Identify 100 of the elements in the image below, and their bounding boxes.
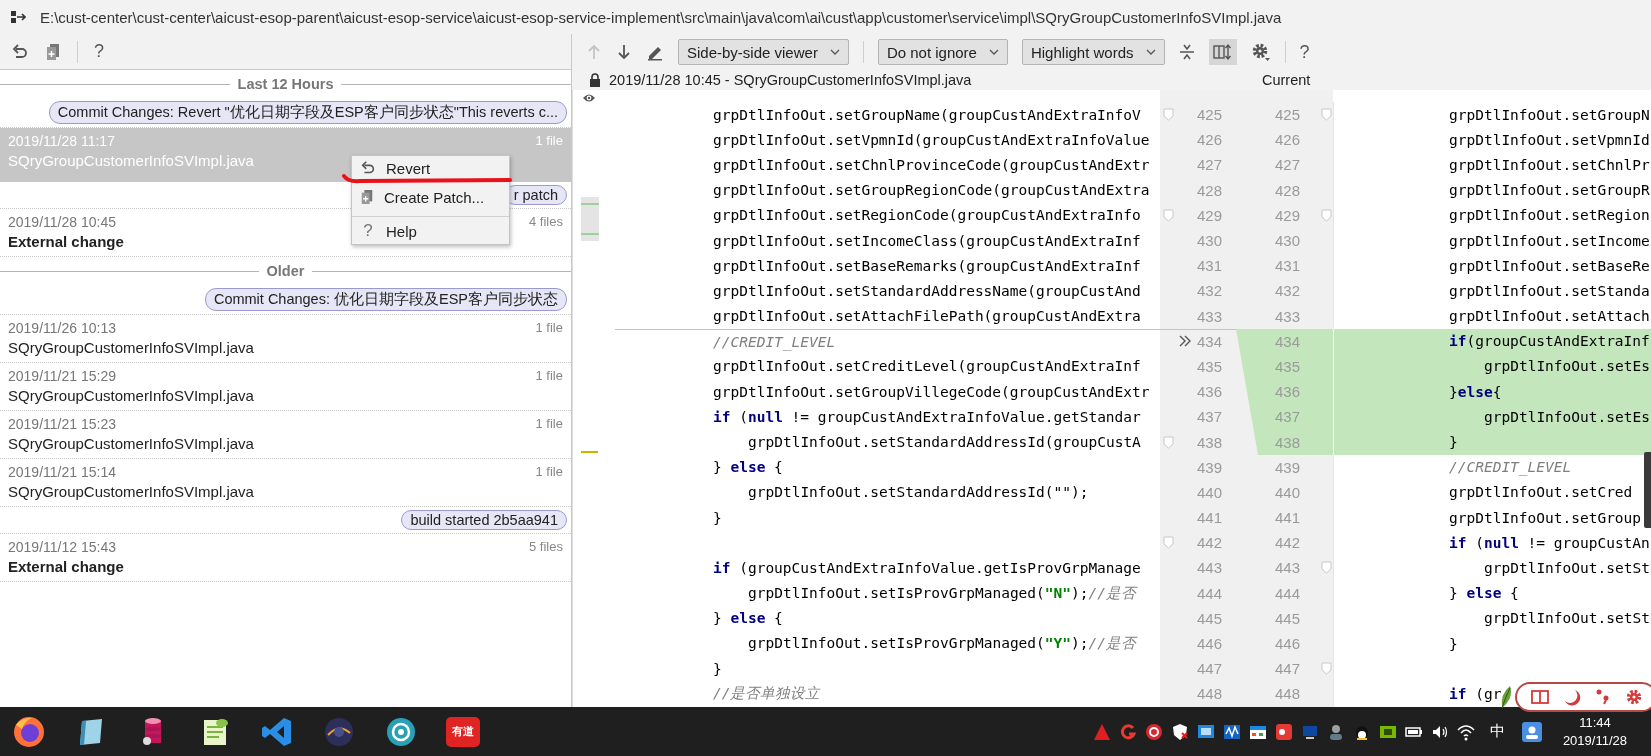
- dropdown[interactable]: Side-by-side viewer: [678, 39, 849, 65]
- line-number: 442: [1273, 534, 1300, 552]
- code-line: grpDtlInfoOut.setBaseRe: [1449, 257, 1650, 274]
- fold-marker-icon[interactable]: [1162, 435, 1174, 449]
- clock-date[interactable]: 2019/11/28: [1562, 731, 1627, 750]
- code-line: }: [1449, 635, 1458, 652]
- revision-item[interactable]: 2019/11/21 15:29 1 file SQryGroupCustomerInfoSVImpl.java: [0, 363, 571, 411]
- taskbar-app-button[interactable]: 有道: [446, 716, 480, 747]
- code-line: if (null != groupCustAndExtraInfoValue.getStandar: [713, 408, 1141, 425]
- clock-time[interactable]: 11:44: [1579, 713, 1611, 732]
- collapse-icon[interactable]: [1178, 43, 1195, 61]
- input-method-indicator[interactable]: 中: [1489, 722, 1505, 741]
- line-number: 440: [1195, 483, 1222, 501]
- code-line: if (gr: [1449, 685, 1502, 702]
- eye-icon[interactable]: [582, 93, 596, 103]
- menu-item[interactable]: ? Help: [352, 216, 509, 241]
- code-line: }: [713, 509, 722, 526]
- leaf-icon[interactable]: [1500, 684, 1514, 710]
- menu-label: Help: [386, 222, 417, 240]
- fold-marker-icon[interactable]: [1320, 208, 1332, 222]
- ring-icon[interactable]: [1143, 721, 1164, 742]
- fold-marker-icon[interactable]: [1320, 662, 1332, 676]
- line-number: 427: [1195, 156, 1222, 174]
- line-number: 445: [1273, 609, 1300, 627]
- code-line: //CREDIT_LEVEL: [713, 333, 836, 350]
- revision-time: 2019/11/12 15:43: [8, 539, 116, 555]
- fold-marker-icon[interactable]: [1162, 108, 1174, 122]
- dropdown[interactable]: Highlight words: [1021, 39, 1165, 65]
- help-button[interactable]: ?: [94, 41, 104, 62]
- code-line: grpDtlInfoOut.setGroup: [1449, 509, 1642, 526]
- line-number: 441: [1273, 509, 1300, 527]
- split-view-toggle[interactable]: [1208, 39, 1237, 65]
- book-icon[interactable]: [1531, 689, 1549, 705]
- caret-icon: [1145, 49, 1156, 55]
- code-line: grpDtlInfoOut.setVpmnId(groupCustAndExtraInfoValue: [713, 131, 1150, 148]
- browser-icon[interactable]: [12, 714, 46, 749]
- window-title: E:\cust-center\cust-center\aicust-esop-parent\aicust-esop-service\aicust-esop-service-implement\src\main\java\com\ai\cust\app\customer\service\impl\SQryGroupCustomerInfoSVImpl.java: [40, 8, 1282, 26]
- revert-icon[interactable]: [11, 42, 29, 61]
- line-number: 448: [1273, 685, 1300, 703]
- line-number: 440: [1273, 483, 1300, 501]
- line-number: 437: [1195, 408, 1222, 426]
- lock-icon: [589, 73, 601, 87]
- file-count: 4 files: [529, 214, 563, 230]
- down-arrow-icon[interactable]: [616, 43, 632, 61]
- revision-name: External change: [8, 233, 124, 250]
- line-number: 425: [1195, 106, 1222, 124]
- code-line: if(groupCustAndExtraInf: [1449, 333, 1650, 350]
- code-line: grpDtlInfoOut.setIsProvGrpManaged("N");//是否: [747, 583, 1136, 603]
- settings-icon[interactable]: [1250, 42, 1271, 62]
- code-line: grpDtlInfoOut.setAttach: [1449, 308, 1650, 325]
- dropdown[interactable]: Do not ignore: [877, 39, 1008, 65]
- fold-marker-icon[interactable]: [1320, 561, 1332, 575]
- side-handle[interactable]: [1644, 452, 1651, 528]
- apply-arrow-icon[interactable]: [1178, 335, 1192, 348]
- code-line: grpDtlInfoOut.setChnlPr: [1449, 156, 1650, 173]
- line-number: 435: [1195, 357, 1222, 375]
- revision-time: 2019/11/21 15:23: [8, 416, 116, 432]
- moon-icon[interactable]: [1563, 688, 1581, 706]
- app-icon: [10, 9, 26, 25]
- code-line: grpDtlInfoOut.setIsProvGrpManaged("Y");//是否: [747, 634, 1136, 654]
- line-number: 433: [1195, 307, 1222, 325]
- revision-item[interactable]: 2019/11/26 10:13 1 file SQryGroupCustomerInfoSVImpl.java: [0, 315, 571, 363]
- line-number: 431: [1273, 257, 1300, 275]
- fold-marker-icon[interactable]: [1162, 536, 1174, 550]
- line-number: 443: [1195, 559, 1222, 577]
- code-line: grpDtlInfoOut.setCreditLevel(groupCustAndExtraInf: [713, 358, 1141, 375]
- line-number: 444: [1273, 584, 1300, 602]
- revision-item[interactable]: 2019/11/21 15:14 1 file SQryGroupCustomerInfoSVImpl.java: [0, 459, 571, 507]
- code-line: if (null != groupCustAn: [1449, 534, 1650, 551]
- menu-item[interactable]: Revert: [352, 158, 509, 178]
- line-number: 441: [1195, 509, 1222, 527]
- line-number: 445: [1195, 609, 1222, 627]
- settings-icon[interactable]: [1625, 688, 1643, 706]
- line-number: 432: [1195, 282, 1222, 300]
- current-label: Current: [1262, 72, 1311, 88]
- line-number: 428: [1273, 181, 1300, 199]
- dots-icon[interactable]: [1595, 688, 1611, 706]
- help-button[interactable]: ?: [1299, 41, 1310, 63]
- patch-icon: [360, 189, 374, 205]
- code-line: grpDtlInfoOut.setAttachFilePath(groupCustAndExtra: [713, 308, 1141, 325]
- code-line: } else {: [713, 610, 783, 627]
- code-line: grpDtlInfoOut.setGroupName(groupCustAndExtraInfoV: [713, 106, 1141, 123]
- line-number: 433: [1273, 307, 1300, 325]
- line-number: 446: [1195, 635, 1222, 653]
- code-line: }: [1449, 434, 1458, 451]
- group-header: Older: [266, 263, 305, 279]
- revision-item[interactable]: 2019/11/12 15:43 5 files External change: [0, 534, 571, 582]
- caret-icon: [988, 49, 999, 55]
- help-glyph: ?: [362, 221, 374, 241]
- code-line: grpDtlInfoOut.setGroupN: [1449, 106, 1650, 123]
- fold-marker-icon[interactable]: [1320, 108, 1332, 122]
- revision-name: SQryGroupCustomerInfoSVImpl.java: [8, 387, 254, 404]
- line-number: 426: [1273, 131, 1300, 149]
- line-number: 434: [1273, 332, 1300, 350]
- line-number: 443: [1273, 559, 1300, 577]
- line-number: 432: [1273, 282, 1300, 300]
- revision-item[interactable]: 2019/11/21 15:23 1 file SQryGroupCustomerInfoSVImpl.java: [0, 411, 571, 459]
- notification-icon[interactable]: [1520, 720, 1543, 743]
- patch-icon[interactable]: [45, 42, 61, 61]
- fold-marker-icon[interactable]: [1162, 208, 1174, 222]
